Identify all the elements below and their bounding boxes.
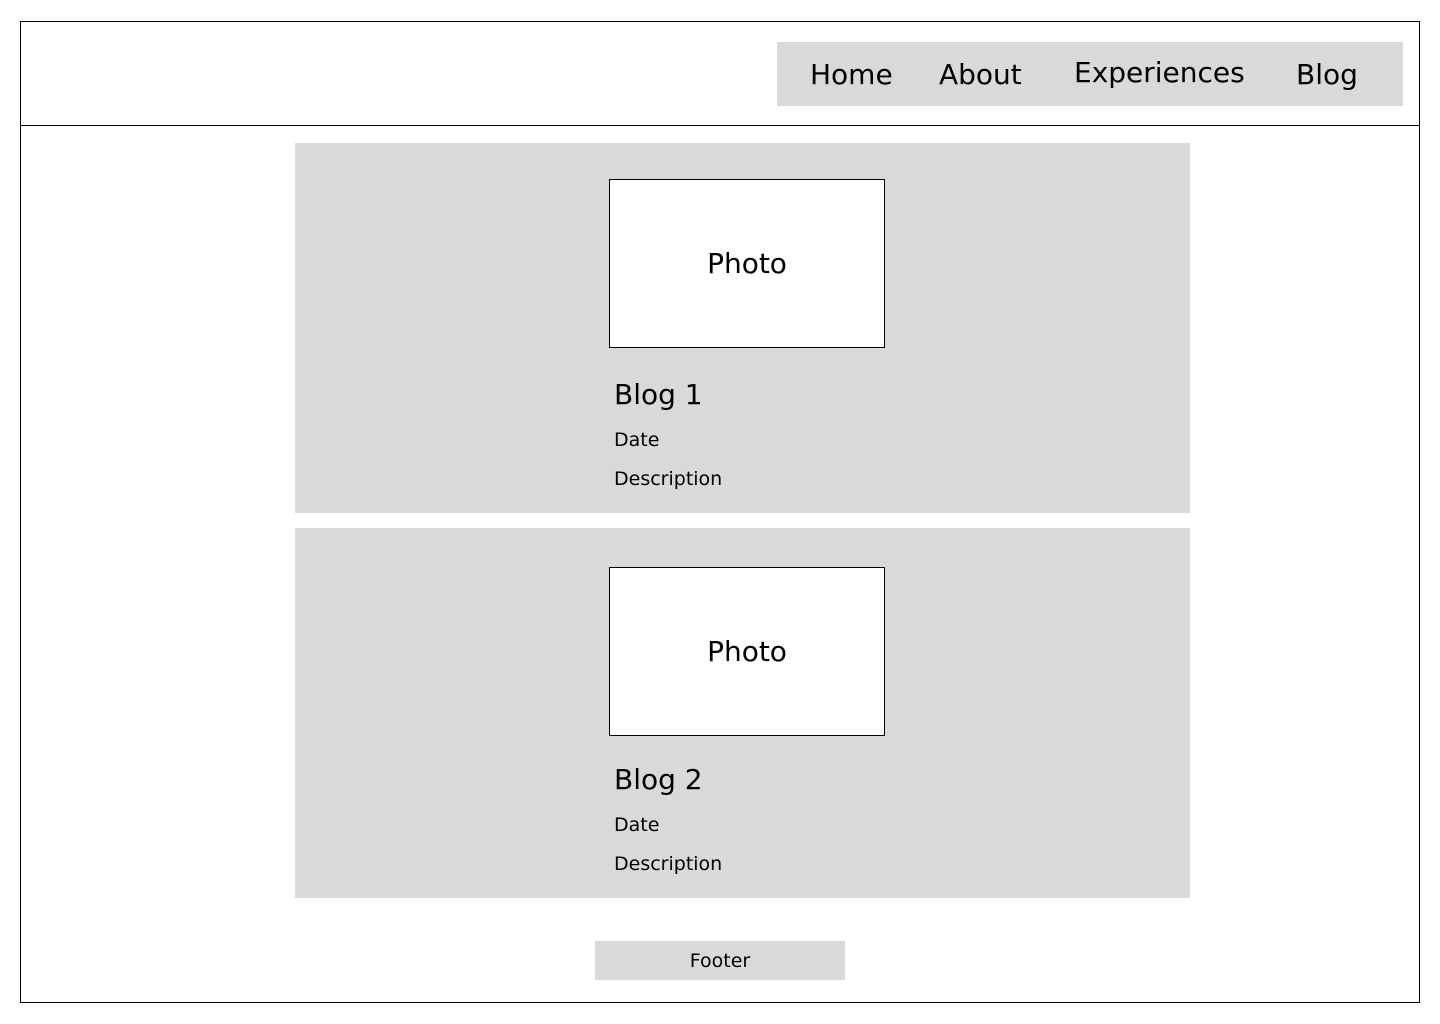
blog-description: Description xyxy=(614,468,723,490)
page-frame: Home About Experiences Blog Photo Blog 1… xyxy=(20,21,1420,1003)
footer: Footer xyxy=(595,941,845,980)
blog-date: Date xyxy=(614,429,660,451)
nav-item-home[interactable]: Home xyxy=(810,58,893,92)
blog-card-2[interactable]: Photo Blog 2 Date Description xyxy=(295,528,1190,898)
header: Home About Experiences Blog xyxy=(21,22,1419,126)
footer-label: Footer xyxy=(689,949,751,972)
nav-item-experiences[interactable]: Experiences xyxy=(1074,56,1245,90)
blog-description: Description xyxy=(614,853,723,875)
blog-photo-placeholder: Photo xyxy=(609,179,885,348)
nav-item-about[interactable]: About xyxy=(939,58,1022,92)
photo-label: Photo xyxy=(707,635,787,668)
nav-bar: Home About Experiences Blog xyxy=(777,42,1403,106)
blog-title[interactable]: Blog 2 xyxy=(614,763,703,797)
blog-date: Date xyxy=(614,814,660,836)
blog-photo-placeholder: Photo xyxy=(609,567,885,736)
blog-title[interactable]: Blog 1 xyxy=(614,378,703,412)
photo-label: Photo xyxy=(707,247,787,280)
nav-item-blog[interactable]: Blog xyxy=(1296,58,1358,92)
blog-card-1[interactable]: Photo Blog 1 Date Description xyxy=(295,143,1190,513)
